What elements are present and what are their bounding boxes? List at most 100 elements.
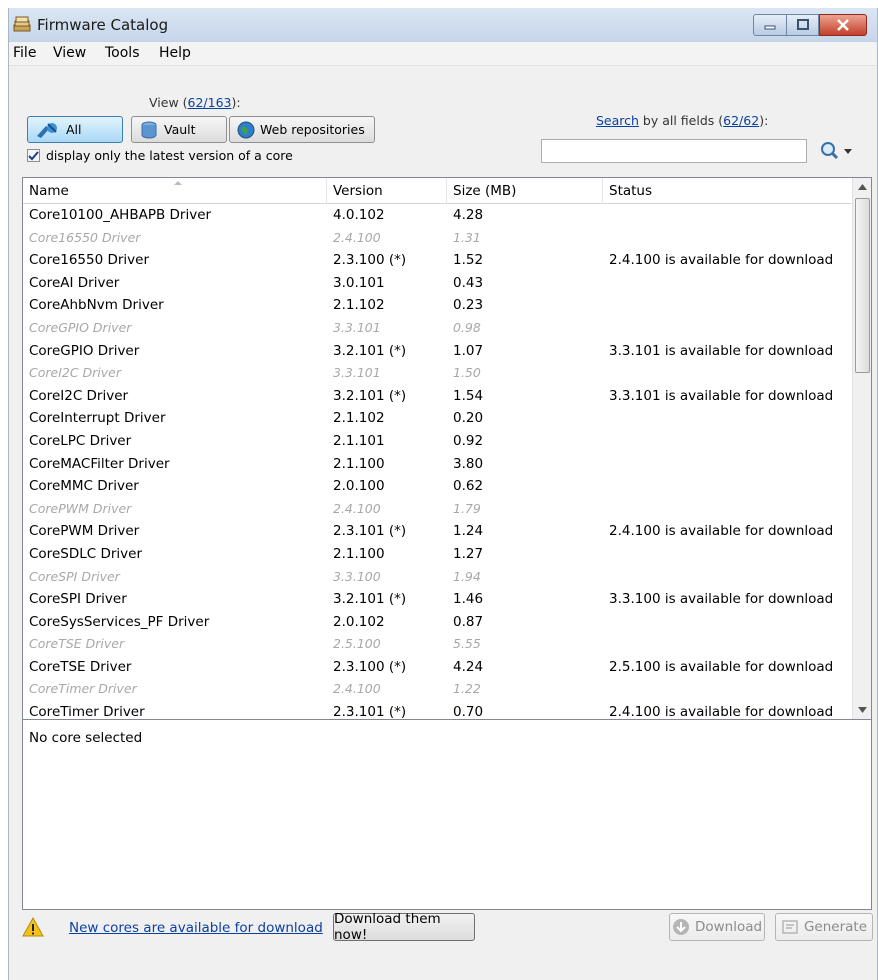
table-row[interactable]: CoreSysServices_PF Driver 2.0.102 0.87: [23, 612, 851, 635]
cell-size: 0.43: [453, 274, 484, 291]
table-row[interactable]: CoreGPIO Driver 3.3.101 0.98: [23, 318, 851, 341]
menu-file[interactable]: File: [13, 45, 36, 61]
search-input[interactable]: [541, 139, 807, 163]
minimize-icon: [754, 15, 786, 35]
table-row[interactable]: CoreTimer Driver 2.4.100 1.22: [23, 679, 851, 702]
cell-name: CoreSPI Driver: [29, 568, 120, 584]
close-window-button[interactable]: [819, 14, 867, 36]
filter-vault-label: Vault: [164, 122, 196, 137]
scroll-up-icon: [858, 184, 867, 190]
cell-status: 2.4.100 is available for download: [609, 252, 834, 269]
cell-version: 2.1.100: [333, 455, 385, 472]
scroll-up-button[interactable]: [853, 178, 871, 196]
search-button[interactable]: [817, 140, 857, 162]
download-icon: [672, 919, 689, 935]
column-header-status[interactable]: Status: [603, 178, 851, 204]
cell-status: 3.3.100 is available for download: [609, 591, 834, 608]
view-count-label: View (62/163):: [149, 95, 241, 110]
table-row[interactable]: Core16550 Driver 2.4.100 1.31: [23, 228, 851, 251]
table-row[interactable]: CoreI2C Driver 3.2.101 (*) 1.54 3.3.101 is …: [23, 386, 851, 409]
table-header: Name Version Size (MB) Status: [23, 178, 851, 204]
cell-name: CoreLPC Driver: [29, 432, 132, 449]
table-row[interactable]: CoreTSE Driver 2.5.100 5.55: [23, 634, 851, 657]
generate-button[interactable]: Generate: [775, 913, 873, 941]
column-header-version-label: Version: [333, 183, 383, 199]
cell-size: 0.62: [453, 478, 484, 495]
cell-status: 3.3.101 is available for download: [609, 342, 834, 359]
cell-name: Core16550 Driver: [29, 252, 150, 269]
table-row[interactable]: CoreMMC Driver 2.0.100 0.62: [23, 476, 851, 499]
maximize-button[interactable]: [787, 14, 819, 36]
cell-version: 2.3.101 (*): [333, 704, 407, 720]
table-row[interactable]: CoreGPIO Driver 3.2.101 (*) 1.07 3.3.101 is…: [23, 341, 851, 364]
column-header-version[interactable]: Version: [327, 178, 447, 204]
cell-name: CoreTSE Driver: [29, 636, 125, 652]
cell-name: CoreTimer Driver: [29, 681, 137, 697]
cell-size: 1.94: [453, 568, 481, 584]
cell-name: CoreSysServices_PF Driver: [29, 613, 210, 630]
cell-size: 1.22: [453, 681, 481, 697]
cell-version: 2.1.102: [333, 410, 385, 427]
table-row[interactable]: Core10100_AHBAPB Driver 4.0.102 4.28: [23, 205, 851, 228]
download-button[interactable]: Download: [669, 913, 765, 941]
menu-tools[interactable]: Tools: [105, 45, 140, 61]
download-now-label: Download them now!: [334, 911, 441, 943]
filter-vault-button[interactable]: Vault: [131, 116, 227, 143]
window-title: Firmware Catalog: [37, 16, 169, 34]
table-row[interactable]: Core16550 Driver 2.3.100 (*) 1.52 2.4.100 i…: [23, 250, 851, 273]
cell-size: 1.24: [453, 523, 484, 540]
table-row[interactable]: CoreSDLC Driver 2.1.100 1.27: [23, 544, 851, 567]
table-row[interactable]: CoreMACFilter Driver 2.1.100 3.80: [23, 454, 851, 477]
cell-status: 2.4.100 is available for download: [609, 704, 834, 720]
cell-size: 0.87: [453, 613, 484, 630]
column-header-size[interactable]: Size (MB): [447, 178, 603, 204]
cell-name: CoreAI Driver: [29, 274, 120, 291]
table-row[interactable]: CoreInterrupt Driver 2.1.102 0.20: [23, 408, 851, 431]
table-row[interactable]: CoreAhbNvm Driver 2.1.102 0.23: [23, 295, 851, 318]
cell-size: 4.28: [453, 207, 484, 223]
table-row[interactable]: CoreSPI Driver 3.2.101 (*) 1.46 3.3.100 is …: [23, 589, 851, 612]
table-row[interactable]: CoreSPI Driver 3.3.100 1.94: [23, 567, 851, 590]
latest-version-checkbox[interactable]: [27, 149, 40, 162]
table-row[interactable]: CorePWM Driver 2.4.100 1.79: [23, 499, 851, 522]
column-header-status-label: Status: [609, 183, 653, 199]
cell-size: 0.23: [453, 297, 484, 314]
table-row[interactable]: CoreLPC Driver 2.1.101 0.92: [23, 431, 851, 454]
cell-size: 1.54: [453, 387, 484, 404]
table-row[interactable]: CoreTSE Driver 2.3.100 (*) 4.24 2.5.100 is …: [23, 657, 851, 680]
cell-name: CoreI2C Driver: [29, 365, 122, 381]
filter-web-label: Web repositories: [260, 122, 365, 137]
table-row[interactable]: CoreTimer Driver 2.3.101 (*) 0.70 2.4.100 i…: [23, 702, 851, 720]
cell-size: 0.98: [453, 319, 481, 335]
filter-web-button[interactable]: Web repositories: [229, 116, 375, 143]
search-link[interactable]: Search: [596, 113, 639, 128]
cell-status: 3.3.101 is available for download: [609, 387, 834, 404]
filter-all-label: All: [66, 122, 82, 137]
cell-version: 2.3.100 (*): [333, 658, 407, 675]
cell-size: 1.46: [453, 591, 484, 608]
vault-icon: [141, 121, 157, 138]
cell-version: 3.2.101 (*): [333, 387, 407, 404]
menu-view[interactable]: View: [53, 45, 86, 61]
scroll-down-button[interactable]: [853, 701, 871, 719]
table-row[interactable]: CoreI2C Driver 3.3.101 1.50: [23, 363, 851, 386]
table-scrollbar[interactable]: [852, 178, 871, 719]
cell-version: 2.4.100: [333, 500, 381, 516]
filter-all-button[interactable]: All: [27, 116, 123, 143]
catalog-app-icon: [13, 15, 33, 33]
table-row[interactable]: CoreAI Driver 3.0.101 0.43: [23, 273, 851, 296]
scrollbar-thumb[interactable]: [855, 198, 870, 373]
latest-version-option[interactable]: display only the latest version of a cor…: [27, 148, 293, 163]
column-header-name[interactable]: Name: [23, 178, 327, 204]
cell-version: 3.3.101: [333, 365, 381, 381]
cell-size: 0.92: [453, 432, 484, 449]
minimize-button[interactable]: [753, 14, 787, 36]
menu-help[interactable]: Help: [159, 45, 191, 61]
download-now-button[interactable]: Download them now!: [333, 911, 475, 943]
maximize-icon: [787, 15, 818, 35]
cell-version: 2.5.100: [333, 636, 381, 652]
search-count-link[interactable]: 62/62: [723, 113, 759, 128]
table-row[interactable]: CorePWM Driver 2.3.101 (*) 1.24 2.4.100 is …: [23, 521, 851, 544]
view-count-link[interactable]: 62/163: [188, 95, 232, 110]
new-cores-link[interactable]: New cores are available for download: [69, 920, 323, 936]
